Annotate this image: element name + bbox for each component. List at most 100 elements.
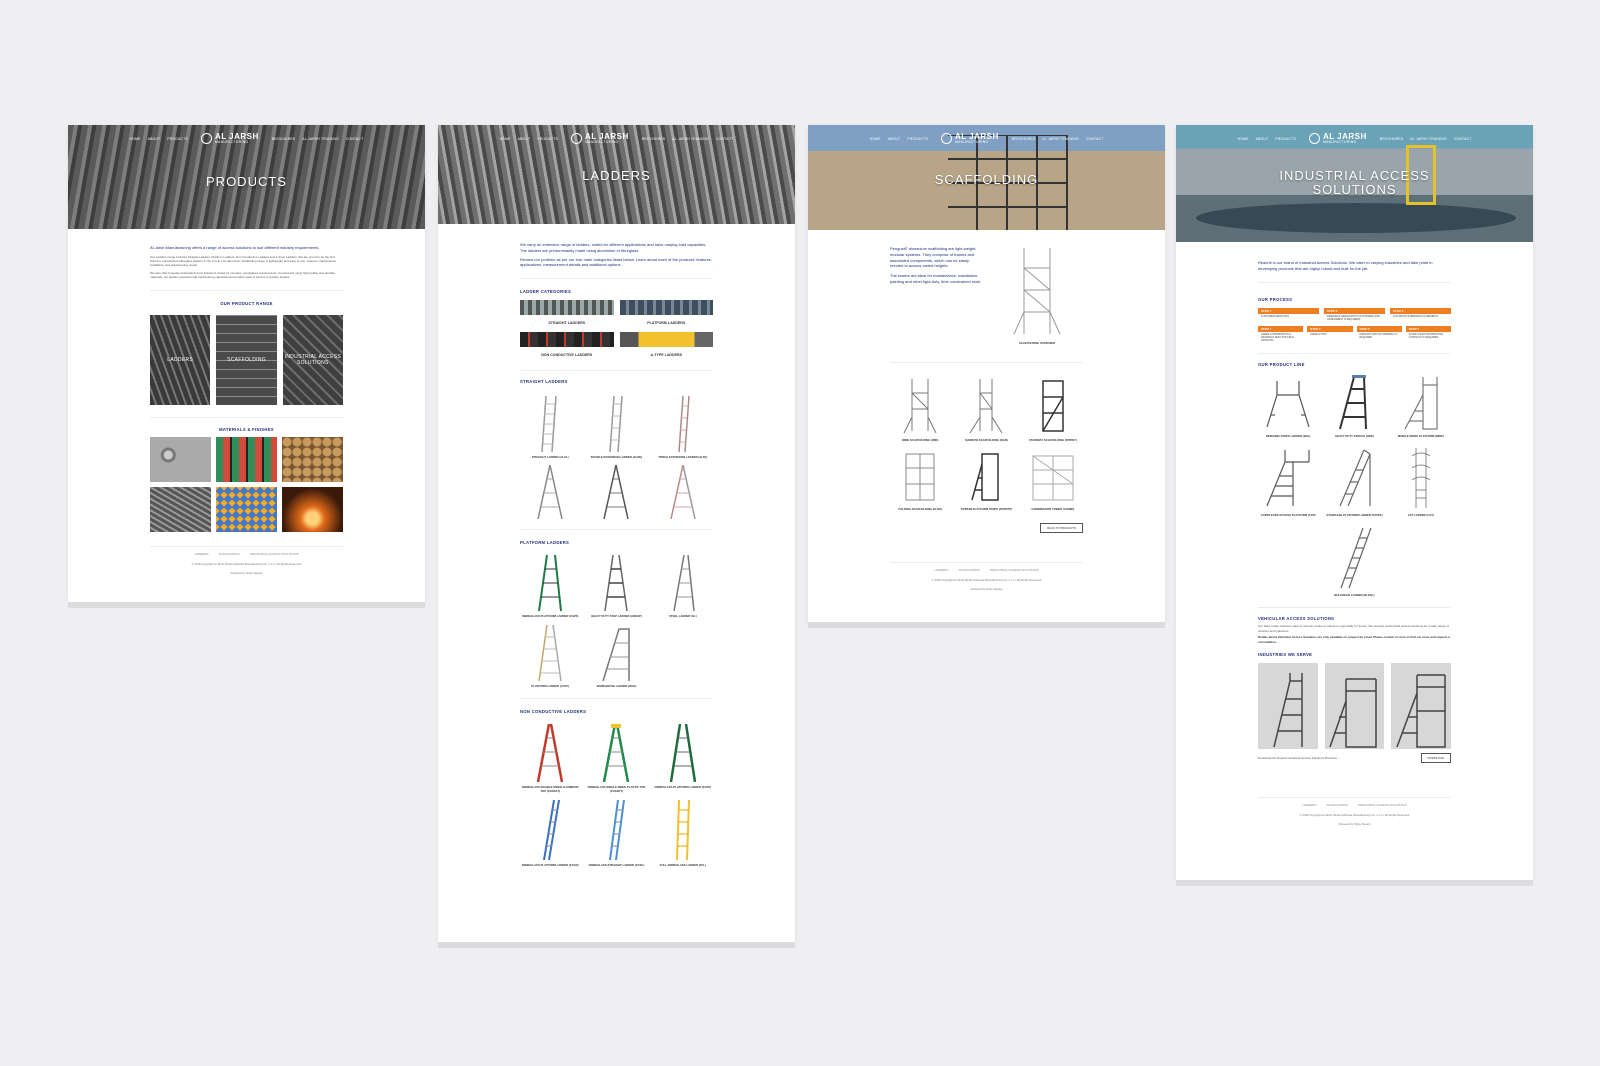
vehicular-heading: VEHICULAR ACCESS SOLUTIONS xyxy=(1258,616,1335,622)
step-text: PRODUCTION xyxy=(1310,332,1327,336)
product-caption: PODIUM PLATFORM STEPS (PODSTP) xyxy=(960,507,1013,512)
nav-contact[interactable]: CONTACT xyxy=(346,137,364,141)
product-straight-ladder[interactable]: STRAIGHT LADDER (ALSL) xyxy=(520,395,580,460)
product-fg-double-sided[interactable]: FIBREGLASS DOUBLE SIDED ALUMINIUM TOP (F… xyxy=(520,724,580,793)
nav-brochures[interactable]: BROCHURES xyxy=(1380,137,1403,141)
nav-training[interactable]: AL JARSH TRAINING xyxy=(302,137,339,141)
scaffold-wide[interactable]: WIDE SCAFFOLDING (WID) xyxy=(890,377,950,443)
download-button[interactable]: DOWNLOAD xyxy=(1420,752,1451,763)
scaffold-podium[interactable]: PODIUM PLATFORM STEPS (PODSTP) xyxy=(956,450,1016,512)
product-fg-straight[interactable]: FIBREGLASS STRAIGHT LADDER (FGSL) xyxy=(586,799,646,868)
product-full-fibreglass[interactable]: FULL FIBREGLASS LADDER (FFL) xyxy=(653,799,713,868)
category-nonconductive[interactable]: NON CONDUCTIVE LADDERS xyxy=(520,331,614,358)
scaffold-combination[interactable]: COMBINATION TOWER (COMBI) xyxy=(1023,450,1083,512)
product-bridging-steps[interactable]: BRIDGING STEPS LADDER (BSL) xyxy=(1258,375,1318,439)
brand-logo[interactable]: AL JARSH MANUFACTURING xyxy=(570,133,629,145)
ladders-intro-1: We carry an extensive range of ladders, … xyxy=(520,242,707,253)
process-steps-row-2: STEP 4 ORDER CONFIRMATION & DRAWINGS SENT… xyxy=(1258,325,1451,343)
nav-about[interactable]: ABOUT xyxy=(1256,137,1269,141)
nav-training[interactable]: AL JARSH TRAINING xyxy=(672,137,709,141)
product-cantilever-platform[interactable]: CANTILEVER ACCESS PLATFORM (CAP) xyxy=(1258,446,1318,518)
range-tile-scaffolding[interactable]: SCAFFOLDING xyxy=(216,314,277,405)
footer-link-scaffolding[interactable]: SCAFFOLDING xyxy=(1326,803,1347,807)
footer-link-industrial[interactable]: INDUSTRIAL ACCESS SOLUTIONS xyxy=(250,552,299,556)
product-caption: COMBINATION TOWER (COMBI) xyxy=(1031,507,1075,512)
product-steel-ladder[interactable]: STEEL LADDER (SL) xyxy=(653,555,713,619)
product-platform-ladder[interactable]: PLATFORM LADDER (ALPF) xyxy=(520,624,580,689)
category-straight[interactable]: STRAIGHT LADDERS xyxy=(520,300,614,326)
product-mobile-work-platform[interactable]: MOBILE WORK PLATFORM (MWP) xyxy=(1391,375,1451,439)
page-title: LADDERS xyxy=(582,168,651,183)
product-caption: FIBREGLASS SINGLE SIDED PLASTIC TOP (FGS… xyxy=(587,785,646,794)
nav-training[interactable]: AL JARSH TRAINING xyxy=(1042,137,1079,141)
product-fg-platform[interactable]: FIBREGLASS PLATFORM LADDER (FGPF) xyxy=(653,724,713,793)
back-to-products-button[interactable]: BACK TO PRODUCTS xyxy=(1040,522,1083,533)
category-atype[interactable]: A-TYPE LADDERS xyxy=(619,331,713,358)
process-heading: OUR PROCESS xyxy=(1258,296,1293,302)
product-triple-extension[interactable]: TRIPLE EXTENSION LADDER (ALTE) xyxy=(653,395,713,460)
category-platform[interactable]: PLATFORM LADDERS xyxy=(619,300,713,326)
scaffold-stairway[interactable]: STAIRWAY SCAFFOLDING (STRWY) xyxy=(1023,377,1083,443)
nav-brochures[interactable]: BROCHURES xyxy=(272,137,295,141)
product-a-frame-3[interactable] xyxy=(653,465,713,520)
nav-about[interactable]: ABOUT xyxy=(888,137,901,141)
footer-copyright: © 2018 Copyright Al Jarsh Metal Fabricat… xyxy=(191,561,302,566)
nav-about[interactable]: ABOUT xyxy=(148,137,161,141)
product-a-frame-2[interactable] xyxy=(586,465,646,520)
nav-products[interactable]: PRODUCTS xyxy=(167,137,188,141)
brand-logo[interactable]: AL JARSH MANUFACTURING xyxy=(1308,133,1367,145)
range-tile-industrial[interactable]: INDUSTRIAL ACCESS SOLUTIONS xyxy=(282,314,343,405)
products-paragraph-2: We also offer bespoke Industrial Access … xyxy=(150,270,335,280)
nav-brochures[interactable]: BROCHURES xyxy=(642,137,665,141)
product-warehouse-ladder[interactable]: WAREHOUSE LADDER (WHL) xyxy=(586,625,646,689)
process-step: STEP 7 AFTER SALES MAINTENANCE CONTRACT I… xyxy=(1405,325,1451,343)
nav-home[interactable]: HOME xyxy=(870,137,881,141)
product-fg-single-sided[interactable]: FIBREGLASS SINGLE SIDED PLASTIC TOP (FGS… xyxy=(586,724,646,793)
range-tile-ladders[interactable]: LADDERS xyxy=(150,314,211,405)
footer-powered[interactable]: Powered by Nicky Design xyxy=(68,571,425,575)
footer-link-ladders[interactable]: LADDERS xyxy=(934,568,948,572)
page-scaffolding: HOME ABOUT PRODUCTS AL JARSH MANUFACTURIN… xyxy=(808,125,1165,622)
footer-powered[interactable]: Powered by Nicky Design xyxy=(1176,822,1533,826)
nav-contact[interactable]: CONTACT xyxy=(716,137,734,141)
categories-heading: LADDER CATEGORIES xyxy=(520,289,572,295)
product-fibreglass-platform[interactable]: FIBREGLASS PLATFORM LADDER (FGPF) xyxy=(520,555,580,619)
footer-link-industrial[interactable]: INDUSTRIAL ACCESS SOLUTIONS xyxy=(990,568,1039,572)
nav-training[interactable]: AL JARSH TRAINING xyxy=(1410,137,1447,141)
footer-link-ladders[interactable]: LADDERS xyxy=(1302,803,1316,807)
nav-brochures[interactable]: BROCHURES xyxy=(1012,137,1035,141)
footer-link-scaffolding[interactable]: SCAFFOLDING xyxy=(218,552,239,556)
product-staircase-platform[interactable]: STAIRCASE PLATFORM LADDER (STSPF) xyxy=(1324,446,1384,518)
process-step: STEP 3 QUOTATION SUBMISSION & FEEDBACK xyxy=(1390,307,1451,322)
nav-products[interactable]: PRODUCTS xyxy=(537,137,558,141)
product-heavy-duty-stools[interactable]: HEAVY DUTY STOOLS (HDS) xyxy=(1324,374,1384,439)
footer-link-ladders[interactable]: LADDERS xyxy=(194,552,208,556)
nav-home[interactable]: HOME xyxy=(500,137,511,141)
product-fg-platform-sx[interactable]: FIBREGLASS PLATFORM LADDER (FGSX) xyxy=(520,799,580,868)
footer-powered[interactable]: Powered by Nicky Design xyxy=(808,587,1165,591)
brand-logo[interactable]: AL JARSH MANUFACTURING xyxy=(940,133,999,145)
brand-logo[interactable]: AL JARSH MANUFACTURING xyxy=(200,133,259,145)
nav-home[interactable]: HOME xyxy=(130,137,141,141)
nav-about[interactable]: ABOUT xyxy=(518,137,531,141)
footer-link-scaffolding[interactable]: SCAFFOLDING xyxy=(958,568,979,572)
nav-products[interactable]: PRODUCTS xyxy=(1275,137,1296,141)
category-label: STRAIGHT LADDERS xyxy=(548,321,586,326)
scaffolding-paragraph-1: Penguin® aluminium scaffolding are light… xyxy=(890,246,977,269)
product-cat-ladder[interactable]: CAT LADDER (CAT) xyxy=(1391,446,1451,518)
product-heavy-duty-step[interactable]: HEAVY DUTY STEP LADDER (ADHSP) xyxy=(586,555,646,619)
scaffold-folding[interactable]: FOLDING SCAFFOLDING (FLDS) xyxy=(890,450,950,512)
nav-contact[interactable]: CONTACT xyxy=(1454,137,1472,141)
page-ladders: HOME ABOUT PRODUCTS AL JARSH MANUFACTURIN… xyxy=(438,125,795,942)
nav-contact[interactable]: CONTACT xyxy=(1086,137,1104,141)
product-a-frame-1[interactable] xyxy=(520,465,580,520)
nav-home[interactable]: HOME xyxy=(1238,137,1249,141)
scaffold-narrow[interactable]: NARROW SCAFFOLDING (NAR) xyxy=(956,377,1016,443)
product-double-extension[interactable]: DOUBLE EXTENSION LADDER (ALDE) xyxy=(586,395,646,460)
main-nav: HOME ABOUT PRODUCTS AL JARSH MANUFACTURIN… xyxy=(808,133,1165,145)
footer-link-industrial[interactable]: INDUSTRIAL ACCESS SOLUTIONS xyxy=(1358,803,1407,807)
industry-image-1 xyxy=(1258,662,1318,749)
scaffolding-overview[interactable]: SCAFFOLDING OVERVIEW xyxy=(991,246,1083,346)
nav-products[interactable]: PRODUCTS xyxy=(907,137,928,141)
product-bulkhead-ladder[interactable]: BULKHEAD LADDER (BLKHL) xyxy=(1323,526,1387,598)
